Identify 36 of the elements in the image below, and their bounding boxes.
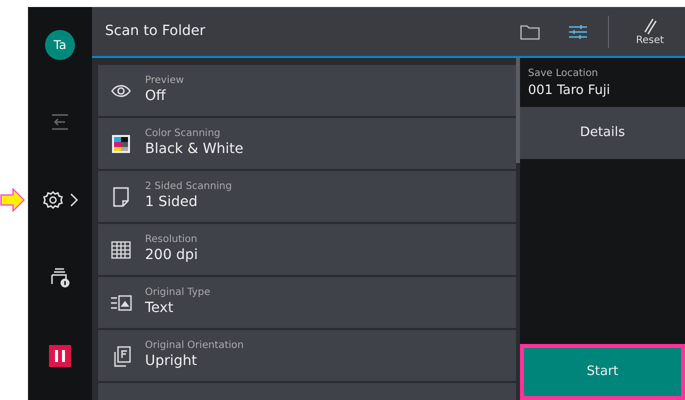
save-location-label: Save Location xyxy=(528,67,600,81)
avatar[interactable]: Ta xyxy=(45,30,75,60)
settings-icon[interactable] xyxy=(42,189,64,211)
feature-row[interactable]: Original Type Text xyxy=(98,277,516,328)
screen-title: Scan to Folder xyxy=(105,22,206,41)
feature-row[interactable]: Original Orientation Upright xyxy=(98,330,516,381)
feature-value: Upright xyxy=(145,352,198,371)
feature-label: Preview xyxy=(145,75,184,88)
color-icon xyxy=(110,132,132,154)
folder-icon[interactable] xyxy=(519,23,541,42)
feature-value: 1 Sided xyxy=(145,193,199,212)
feature-value: Text xyxy=(145,299,174,318)
feature-row[interactable]: Preview Off xyxy=(98,65,516,116)
feature-label: Resolution xyxy=(145,234,198,246)
save-location-value: 001 Taro Fuji xyxy=(528,82,612,100)
chevron-icon xyxy=(70,193,78,207)
pause-icon[interactable] xyxy=(49,345,71,367)
transfer-icon[interactable] xyxy=(50,113,70,131)
pointer-arrow-icon xyxy=(0,188,26,212)
feature-label: Original Orientation xyxy=(145,340,244,352)
reset-button[interactable]: Reset xyxy=(615,17,685,46)
details-button[interactable]: Details xyxy=(520,106,685,158)
feature-row[interactable]: Color Scanning Black & White xyxy=(98,118,516,169)
feature-value: Off xyxy=(145,87,167,106)
feature-label: Original Type xyxy=(145,287,210,300)
feature-label: Color Scanning xyxy=(145,128,222,140)
grid-icon xyxy=(110,238,132,260)
sliders-icon[interactable] xyxy=(567,23,589,42)
feature-row[interactable]: Resolution 200 dpi xyxy=(98,224,516,275)
feature-value: Black & White xyxy=(145,140,244,159)
feature-label: 2 Sided Scanning xyxy=(145,181,232,194)
feature-row[interactable]: 2 Sided Scanning 1 Sided xyxy=(98,171,516,222)
start-button[interactable]: Start xyxy=(520,344,685,400)
printer-info-icon[interactable] xyxy=(49,267,71,289)
reset-icon xyxy=(642,17,658,35)
feature-value: 200 dpi xyxy=(145,246,198,265)
